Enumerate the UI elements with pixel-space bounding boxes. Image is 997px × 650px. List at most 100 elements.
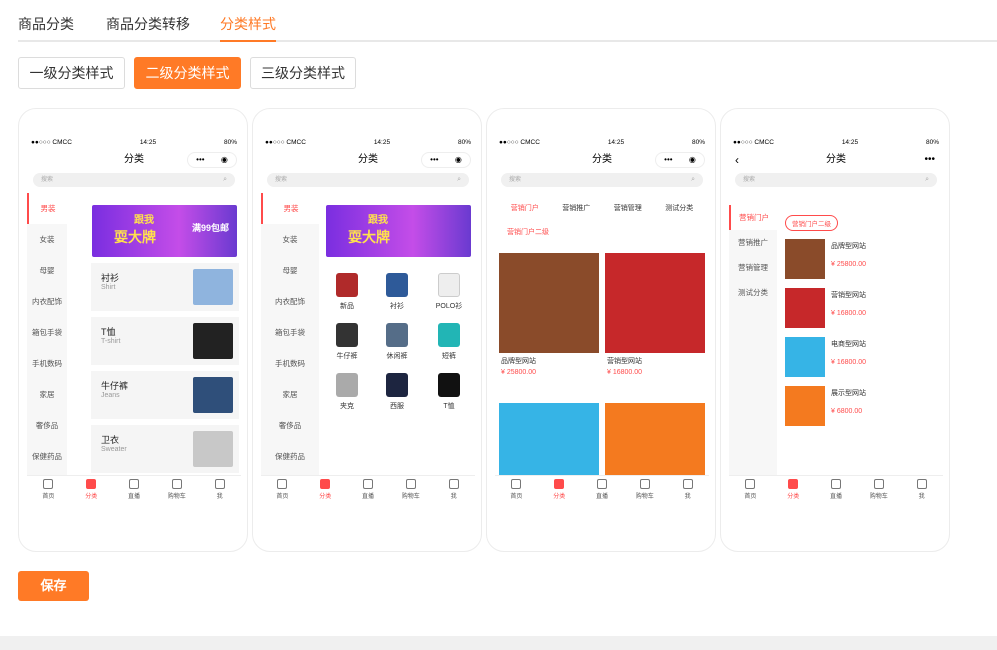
search-input: 搜索 ⌕ bbox=[501, 173, 703, 187]
tab-category: 分类 bbox=[538, 476, 581, 503]
capsule-menu: ••• ◉ bbox=[187, 152, 237, 168]
product-card: T恤 T-shirt bbox=[91, 317, 239, 365]
phone-preview: ●●○○○ CMCC 14:25 80% ‹ 分类 ••• 搜索 ⌕ 营销门户 营销推广 … bbox=[729, 135, 943, 503]
sidebar-item: 营销推广 bbox=[738, 238, 768, 247]
sidebar-item: 手机数码 bbox=[32, 359, 62, 368]
back-icon: ‹ bbox=[735, 153, 739, 167]
sidebar-item: 内衣配饰 bbox=[275, 297, 305, 306]
sidebar-item: 母婴 bbox=[282, 266, 298, 275]
search-input: 搜索 ⌕ bbox=[267, 173, 469, 187]
style-level1-button[interactable]: 一级分类样式 bbox=[18, 57, 125, 89]
live-icon bbox=[596, 479, 607, 489]
user-icon bbox=[214, 479, 225, 489]
list-item: 品牌型网站 ¥ 25800.00 bbox=[785, 239, 937, 285]
nav-title: 分类 ••• ◉ bbox=[495, 149, 709, 171]
category-sidebar: 营销门户 营销推广 营销管理 测试分类 bbox=[729, 205, 777, 479]
product-card: 衬衫 Shirt bbox=[91, 263, 239, 311]
website-image bbox=[605, 253, 705, 353]
sidebar-item: 奢侈品 bbox=[35, 421, 59, 430]
tab-cart: 购物车 bbox=[623, 476, 666, 503]
shop-card bbox=[499, 403, 599, 483]
sweater-image bbox=[193, 431, 233, 467]
category-sidebar: 男装 女装 母婴 内衣配饰 箱包手袋 手机数码 家居 奢侈品 保健药品 生鲜 bbox=[261, 193, 319, 492]
search-input: 搜索 ⌕ bbox=[33, 173, 235, 187]
list-item: 营销型网站 ¥ 16800.00 bbox=[785, 288, 937, 334]
status-bar: ●●○○○ CMCC 14:25 80% bbox=[499, 138, 705, 146]
search-icon: ⌕ bbox=[925, 176, 929, 183]
style-preview-card-2[interactable]: ●●○○○ CMCC 14:25 80% 分类 ••• ◉ 搜索 ⌕ 男装 女装 母婴 内… bbox=[252, 108, 482, 552]
sidebar-item: 家居 bbox=[282, 390, 298, 399]
sidebar-item: 营销管理 bbox=[738, 263, 768, 272]
grid-item: 短裤 bbox=[427, 323, 471, 361]
bottom-tabbar: 首页 分类 直播 购物车 我 bbox=[729, 475, 943, 503]
sidebar-item: 男装 bbox=[27, 193, 67, 224]
save-button[interactable]: 保存 bbox=[18, 571, 89, 601]
tab-category-transfer[interactable]: 商品分类转移 bbox=[106, 14, 190, 42]
cart-icon bbox=[639, 479, 650, 489]
home-icon bbox=[745, 479, 756, 489]
cart-icon bbox=[873, 479, 884, 489]
top-tabs: 商品分类 商品分类转移 分类样式 bbox=[18, 0, 997, 42]
tab-home: 首页 bbox=[495, 476, 538, 503]
list-item: 电商型网站 ¥ 16800.00 bbox=[785, 337, 937, 383]
sidebar-item: 母婴 bbox=[39, 266, 55, 275]
tab-me: 我 bbox=[900, 476, 943, 503]
sidebar-item: 测试分类 bbox=[738, 288, 768, 297]
list-item: 展示型网站 ¥ 6800.00 bbox=[785, 386, 937, 432]
sub-category-chip: 营销门户二级 bbox=[785, 215, 838, 231]
sidebar-item: 手机数码 bbox=[275, 359, 305, 368]
user-icon bbox=[682, 479, 693, 489]
bottom-tabbar: 首页 分类 直播 购物车 我 bbox=[495, 475, 709, 503]
bottom-tabbar: 首页 分类 直播 购物车 我 bbox=[261, 475, 475, 503]
phone-preview: ●●○○○ CMCC 14:25 80% 分类 ••• ◉ 搜索 ⌕ 营销门户 营销推广 营销… bbox=[495, 135, 709, 503]
grid-item: T恤 bbox=[427, 373, 471, 411]
home-icon bbox=[511, 479, 522, 489]
website-image bbox=[499, 253, 599, 353]
tab-home: 首页 bbox=[729, 476, 772, 503]
nav-title: 分类 ••• ◉ bbox=[261, 149, 475, 171]
grid-item: 西服 bbox=[375, 373, 419, 411]
jeans-image bbox=[193, 377, 233, 413]
more-icon: ••• bbox=[924, 154, 935, 165]
home-icon bbox=[43, 479, 54, 489]
tab-me: 我 bbox=[198, 476, 241, 503]
shop-card: 品牌型网站 ¥ 25800.00 bbox=[499, 253, 599, 383]
tab-me: 我 bbox=[432, 476, 475, 503]
style-level3-button[interactable]: 三级分类样式 bbox=[250, 57, 356, 89]
tab-goods-category[interactable]: 商品分类 bbox=[18, 14, 74, 42]
nav-title: 分类 ••• ◉ bbox=[27, 149, 241, 171]
sidebar-item: 保健药品 bbox=[32, 452, 62, 461]
grid-item: 新品 bbox=[325, 273, 369, 311]
sub-category: 营销门户二级 bbox=[507, 229, 549, 236]
sidebar-item: 营销门户 bbox=[729, 205, 777, 230]
cart-icon bbox=[171, 479, 182, 489]
tab-category-style[interactable]: 分类样式 bbox=[220, 14, 276, 42]
tab-home: 首页 bbox=[27, 476, 70, 503]
tab-category: 分类 bbox=[772, 476, 815, 503]
website-image bbox=[499, 403, 599, 483]
search-icon: ⌕ bbox=[691, 176, 695, 183]
grid-item: POLO衫 bbox=[427, 273, 471, 311]
live-icon bbox=[128, 479, 139, 489]
tshirt-image bbox=[193, 323, 233, 359]
phone-preview: ●●○○○ CMCC 14:25 80% 分类 ••• ◉ 搜索 ⌕ 男装 女装 母婴 内… bbox=[261, 135, 475, 503]
shirt-image bbox=[193, 269, 233, 305]
style-level2-button[interactable]: 二级分类样式 bbox=[134, 57, 241, 89]
footer-bar bbox=[0, 636, 997, 650]
style-preview-card-3[interactable]: ●●○○○ CMCC 14:25 80% 分类 ••• ◉ 搜索 ⌕ 营销门户 营销推广 营销… bbox=[486, 108, 716, 552]
bottom-tabbar: 首页 分类 直播 购物车 我 bbox=[27, 475, 241, 503]
user-icon bbox=[448, 479, 459, 489]
shop-tabs: 营销门户 营销推广 营销管理 测试分类 bbox=[510, 205, 694, 212]
style-preview-card-4[interactable]: ●●○○○ CMCC 14:25 80% ‹ 分类 ••• 搜索 ⌕ 营销门户 营销推广 … bbox=[720, 108, 950, 552]
category-icon bbox=[788, 479, 799, 489]
sidebar-item: 家居 bbox=[39, 390, 55, 399]
nav-title: ‹ 分类 ••• bbox=[729, 149, 943, 171]
live-icon bbox=[830, 479, 841, 489]
live-icon bbox=[362, 479, 373, 489]
grid-item: 夹克 bbox=[325, 373, 369, 411]
tab-category: 分类 bbox=[304, 476, 347, 503]
sidebar-item: 男装 bbox=[261, 193, 319, 224]
style-preview-card-1[interactable]: ●●○○○ CMCC 14:25 80% 分类 ••• ◉ 搜索 ⌕ 男装 女装 母婴 内… bbox=[18, 108, 248, 552]
status-bar: ●●○○○ CMCC 14:25 80% bbox=[265, 138, 471, 146]
capsule-menu: ••• ◉ bbox=[655, 152, 705, 168]
